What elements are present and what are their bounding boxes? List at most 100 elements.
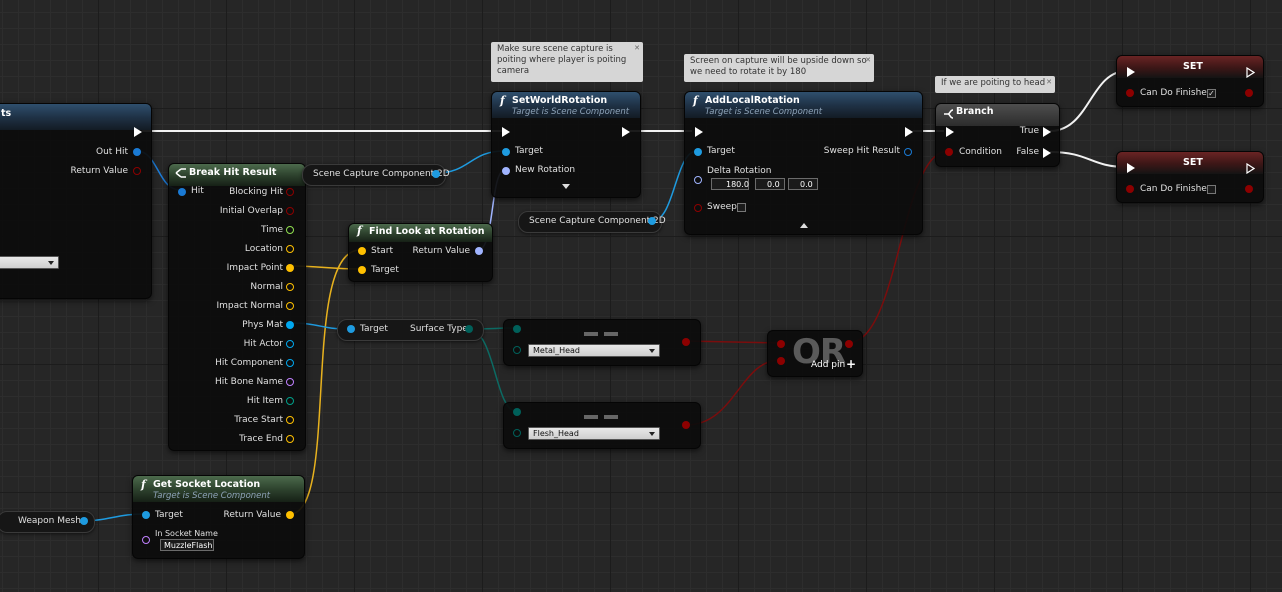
enum-in-pin-b[interactable] xyxy=(513,429,521,437)
add-pin-icon[interactable]: + xyxy=(846,357,856,371)
collapse-arrow-icon[interactable] xyxy=(800,223,808,228)
weapon-mesh-variable[interactable]: Weapon Mesh xyxy=(0,511,95,533)
comment-branch[interactable]: If we are poiting to head ✕ xyxy=(935,76,1055,93)
surface-enum-dropdown[interactable]: Metal_Head xyxy=(528,344,660,357)
add-pin-label[interactable]: Add pin xyxy=(811,360,845,370)
phys-mat-pin[interactable] xyxy=(286,321,294,329)
pin-label: Hit Item xyxy=(246,396,283,406)
bool-in-pin[interactable] xyxy=(1126,185,1134,193)
scene-capture-variable[interactable]: Scene Capture Component 2D xyxy=(518,211,666,233)
hit-in-pin[interactable] xyxy=(178,188,186,196)
comment-add-local-rotation[interactable]: Screen on capture will be upside down so… xyxy=(684,54,874,82)
delta-pitch-input[interactable]: 0.0 xyxy=(755,178,785,190)
pin-label: Target xyxy=(360,324,388,334)
object-out-pin[interactable] xyxy=(80,517,88,525)
trace-channel-dropdown[interactable] xyxy=(0,256,59,269)
in-socket-name-pin[interactable] xyxy=(142,536,150,544)
exec-in-pin[interactable] xyxy=(1127,67,1135,77)
sweep-pin[interactable] xyxy=(694,204,702,212)
hit-item-pin[interactable] xyxy=(286,397,294,405)
exec-out-pin-icon[interactable] xyxy=(1246,67,1255,78)
get-surface-type-node[interactable]: Target Surface Type xyxy=(337,319,484,341)
normal-pin[interactable] xyxy=(286,283,294,291)
exec-out-pin[interactable] xyxy=(905,127,913,137)
can-do-finisher-checkbox[interactable]: ✓ xyxy=(1207,89,1216,98)
equal-enum-flesh-node[interactable]: Flesh_Head xyxy=(503,402,701,449)
target-pin[interactable] xyxy=(502,148,510,156)
set-can-do-finisher-false-node[interactable]: SET Can Do Finisher xyxy=(1116,151,1264,203)
enum-in-pin-b[interactable] xyxy=(513,346,521,354)
break-hit-result-node[interactable]: Break Hit Result Hit Blocking Hit Initial… xyxy=(168,163,306,451)
expand-arrow-icon[interactable] xyxy=(562,184,570,189)
comment-text: Screen on capture will be upside down so… xyxy=(690,56,867,77)
enum-in-pin-a[interactable] xyxy=(513,408,521,416)
bool-out-pin[interactable] xyxy=(1245,185,1253,193)
time-pin[interactable] xyxy=(286,226,294,234)
pin-label: Blocking Hit xyxy=(229,187,283,197)
can-do-finisher-checkbox[interactable] xyxy=(1207,185,1216,194)
delta-roll-input[interactable]: 180.0 xyxy=(711,178,749,190)
return-value-pin[interactable] xyxy=(286,511,294,519)
object-out-pin[interactable] xyxy=(432,170,440,178)
scene-capture-variable[interactable]: Scene Capture Component 2D xyxy=(302,164,450,186)
find-look-at-rotation-node[interactable]: f Find Look at Rotation Start Return Val… xyxy=(348,223,493,282)
start-pin[interactable] xyxy=(358,247,366,255)
condition-pin[interactable] xyxy=(945,148,953,156)
return-value-pin[interactable] xyxy=(133,167,141,175)
bool-out-pin[interactable] xyxy=(845,340,853,348)
exec-out-pin[interactable] xyxy=(134,127,142,137)
hit-component-pin[interactable] xyxy=(286,359,294,367)
enum-in-pin-a[interactable] xyxy=(513,325,521,333)
pin-label: Location xyxy=(244,244,283,254)
comment-set-world-rotation[interactable]: Make sure scene capture is poiting where… xyxy=(491,42,643,82)
exec-true-pin[interactable] xyxy=(1043,127,1051,137)
impact-point-pin[interactable] xyxy=(286,264,294,272)
bool-out-pin[interactable] xyxy=(682,338,690,346)
impact-normal-pin[interactable] xyxy=(286,302,294,310)
surface-enum-dropdown[interactable]: Flesh_Head xyxy=(528,427,660,440)
branch-node[interactable]: Branch True Condition False xyxy=(935,103,1060,167)
exec-out-pin[interactable] xyxy=(622,127,630,137)
object-out-pin[interactable] xyxy=(648,217,656,225)
target-pin[interactable] xyxy=(347,325,355,333)
set-can-do-finisher-true-node[interactable]: SET Can Do Finisher ✓ xyxy=(1116,55,1264,107)
target-pin[interactable] xyxy=(142,511,150,519)
hit-actor-pin[interactable] xyxy=(286,340,294,348)
exec-in-pin[interactable] xyxy=(946,127,954,137)
target-pin[interactable] xyxy=(358,266,366,274)
delta-yaw-input[interactable]: 0.0 xyxy=(788,178,818,190)
hit-bone-name-pin[interactable] xyxy=(286,378,294,386)
exec-in-pin[interactable] xyxy=(1127,163,1135,173)
delta-rotation-pin[interactable] xyxy=(694,176,702,184)
equal-enum-metal-node[interactable]: Metal_Head xyxy=(503,319,701,366)
bool-out-pin[interactable] xyxy=(682,421,690,429)
get-socket-location-node[interactable]: f Get Socket Location Target is Scene Co… xyxy=(132,475,305,559)
target-pin[interactable] xyxy=(694,148,702,156)
location-pin[interactable] xyxy=(286,245,294,253)
socket-name-input[interactable]: MuzzleFlash xyxy=(160,539,214,551)
sweep-hit-result-pin[interactable] xyxy=(904,148,912,156)
exec-in-pin[interactable] xyxy=(502,127,510,137)
node-header xyxy=(0,104,151,130)
exec-in-pin[interactable] xyxy=(695,127,703,137)
bool-in-pin-b[interactable] xyxy=(777,357,785,365)
add-local-rotation-node[interactable]: f AddLocalRotation Target is Scene Compo… xyxy=(684,91,923,235)
or-boolean-node[interactable]: OR Add pin + xyxy=(767,330,863,377)
trace-start-pin[interactable] xyxy=(286,416,294,424)
exec-false-pin[interactable] xyxy=(1043,148,1051,158)
return-value-pin[interactable] xyxy=(475,247,483,255)
bool-in-pin-a[interactable] xyxy=(777,340,785,348)
line-trace-node[interactable]: ts Out Hit Return Value xyxy=(0,103,152,299)
new-rotation-pin[interactable] xyxy=(502,167,510,175)
node-header xyxy=(936,104,1059,126)
initial-overlap-pin[interactable] xyxy=(286,207,294,215)
blocking-hit-pin[interactable] xyxy=(286,188,294,196)
sweep-checkbox[interactable] xyxy=(737,203,746,212)
surface-type-out-pin[interactable] xyxy=(465,325,473,333)
out-hit-pin[interactable] xyxy=(133,148,141,156)
exec-out-pin-icon[interactable] xyxy=(1246,163,1255,174)
bool-in-pin[interactable] xyxy=(1126,89,1134,97)
bool-out-pin[interactable] xyxy=(1245,89,1253,97)
set-world-rotation-node[interactable]: f SetWorldRotation Target is Scene Compo… xyxy=(491,91,641,198)
trace-end-pin[interactable] xyxy=(286,435,294,443)
